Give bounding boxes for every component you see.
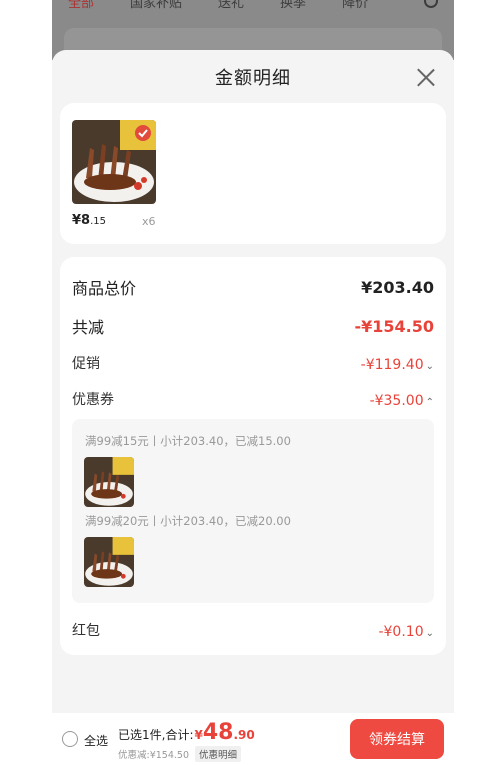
- product-card: ¥8.15 x6: [60, 103, 446, 244]
- red-packet-row[interactable]: 红包 -¥0.10 ⌄: [72, 620, 434, 640]
- promo-label: 促销: [72, 356, 100, 372]
- close-icon[interactable]: [416, 67, 436, 87]
- red-packet-value-group: -¥0.10 ⌄: [378, 621, 434, 640]
- bg-tab-gift: 送礼: [218, 0, 245, 11]
- coupon-line: 满99减15元丨小计203.40，已减15.00: [85, 434, 291, 448]
- coupon-product-thumb[interactable]: [84, 537, 134, 587]
- promo-row[interactable]: 促销 -¥119.40 ⌄: [72, 353, 434, 373]
- promo-value: -¥119.40: [360, 356, 424, 373]
- selected-summary: 已选1件,合计: ¥48.90: [118, 720, 255, 745]
- total-price-label: 商品总价: [72, 279, 137, 298]
- total-price-value: ¥203.40: [361, 277, 434, 297]
- chevron-down-icon[interactable]: ⌄: [426, 628, 434, 639]
- sheet-header: 金额明细: [52, 50, 454, 104]
- selected-text: 已选1件,合计:: [118, 728, 194, 742]
- phone-screen: 全部 国家补贴 送礼 换季 降价 金额明细 ¥8.15 x6 商品总价 ¥203…: [52, 0, 454, 765]
- chevron-down-icon[interactable]: ⌄: [426, 361, 434, 372]
- discount-text: 优惠减:¥154.50: [118, 750, 189, 761]
- product-quantity: x6: [142, 215, 156, 228]
- checkout-bar: 全选 已选1件,合计: ¥48.90 优惠减:¥154.50 优惠明细 领券结算: [52, 713, 454, 765]
- bg-tab-subsidy: 国家补贴: [130, 0, 183, 11]
- chevron-up-icon[interactable]: ⌃: [426, 397, 434, 408]
- select-all-radio[interactable]: [62, 731, 78, 747]
- amount-detail-sheet: 金额明细 ¥8.15 x6 商品总价 ¥203.40 共减 -¥154.50 促…: [52, 50, 454, 765]
- coupon-row[interactable]: 优惠券 -¥35.00 ⌃: [72, 389, 434, 409]
- coupon-product-thumb[interactable]: [84, 457, 134, 507]
- checkout-button[interactable]: 领券结算: [350, 719, 444, 759]
- product-image[interactable]: [72, 120, 156, 204]
- total-price-row: 商品总价 ¥203.40: [72, 275, 434, 299]
- coupon-detail-box: 满99减15元丨小计203.40，已减15.00 满99减20元丨小计203.4…: [72, 419, 434, 603]
- bg-tab-season: 换季: [280, 0, 307, 11]
- promo-value-group: -¥119.40 ⌄: [361, 354, 434, 373]
- red-packet-label: 红包: [72, 623, 100, 639]
- red-packet-value: -¥0.10: [378, 623, 424, 640]
- coupon-value: -¥35.00: [369, 392, 424, 409]
- coupon-label: 优惠券: [72, 392, 114, 408]
- price-detail-card: 商品总价 ¥203.40 共减 -¥154.50 促销 -¥119.40 ⌄ 优惠…: [60, 257, 446, 655]
- coupon-value-group: -¥35.00 ⌃: [370, 390, 434, 409]
- product-price: ¥8.15: [72, 213, 106, 228]
- discount-detail-button[interactable]: 优惠明细: [195, 746, 242, 762]
- select-all-label[interactable]: 全选: [84, 732, 108, 749]
- discount-line: 优惠减:¥154.50 优惠明细: [118, 746, 242, 762]
- total-reduce-label: 共减: [72, 318, 105, 337]
- sheet-title: 金额明细: [215, 68, 291, 89]
- background-tabs: 全部 国家补贴 送礼 换季 降价: [52, 0, 454, 11]
- coupon-line: 满99减20元丨小计203.40，已减20.00: [85, 514, 291, 528]
- bg-tab-price-drop: 降价: [342, 0, 369, 11]
- total-reduce-row: 共减 -¥154.50: [72, 314, 434, 338]
- bg-tab-all: 全部: [68, 0, 95, 11]
- total-payable: ¥48.90: [194, 720, 255, 745]
- total-reduce-value: -¥154.50: [354, 316, 434, 336]
